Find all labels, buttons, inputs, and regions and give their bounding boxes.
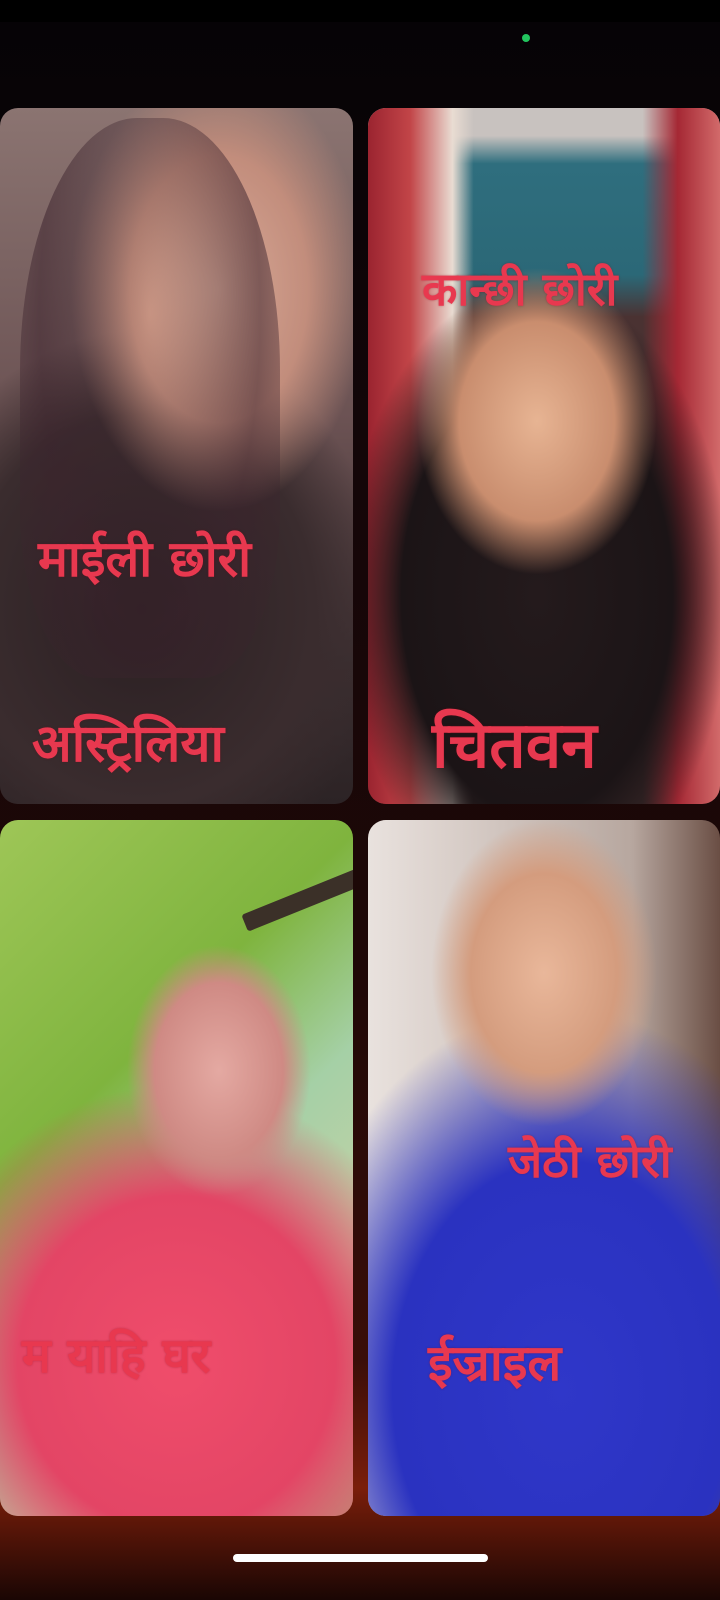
tile-caption-location: अस्ट्रिलिया <box>32 714 224 774</box>
video-tile-top-right[interactable]: कान्छी छोरी चितवन <box>368 108 720 804</box>
tile-caption-relation: माईली छोरी <box>38 530 252 588</box>
video-tile-bottom-right[interactable]: जेठी छोरी ईज्राइल <box>368 820 720 1516</box>
video-frame <box>0 820 353 1516</box>
tile-caption-relation: जेठी छोरी <box>508 1134 672 1188</box>
camera-in-use-indicator-icon <box>522 34 530 42</box>
video-frame <box>368 108 720 804</box>
tile-caption-relation: कान्छी छोरी <box>422 262 618 316</box>
home-indicator[interactable] <box>233 1554 488 1562</box>
tile-caption-location: चितवन <box>432 709 597 783</box>
video-tile-bottom-left[interactable]: म याहि घर <box>0 820 353 1516</box>
participant-video <box>20 118 280 678</box>
video-tile-top-left[interactable]: माईली छोरी अस्ट्रिलिया <box>0 108 353 804</box>
tile-caption-location: म याहि घर <box>22 1328 211 1384</box>
tile-caption-location: ईज्राइल <box>428 1334 562 1392</box>
status-bar <box>0 0 720 22</box>
